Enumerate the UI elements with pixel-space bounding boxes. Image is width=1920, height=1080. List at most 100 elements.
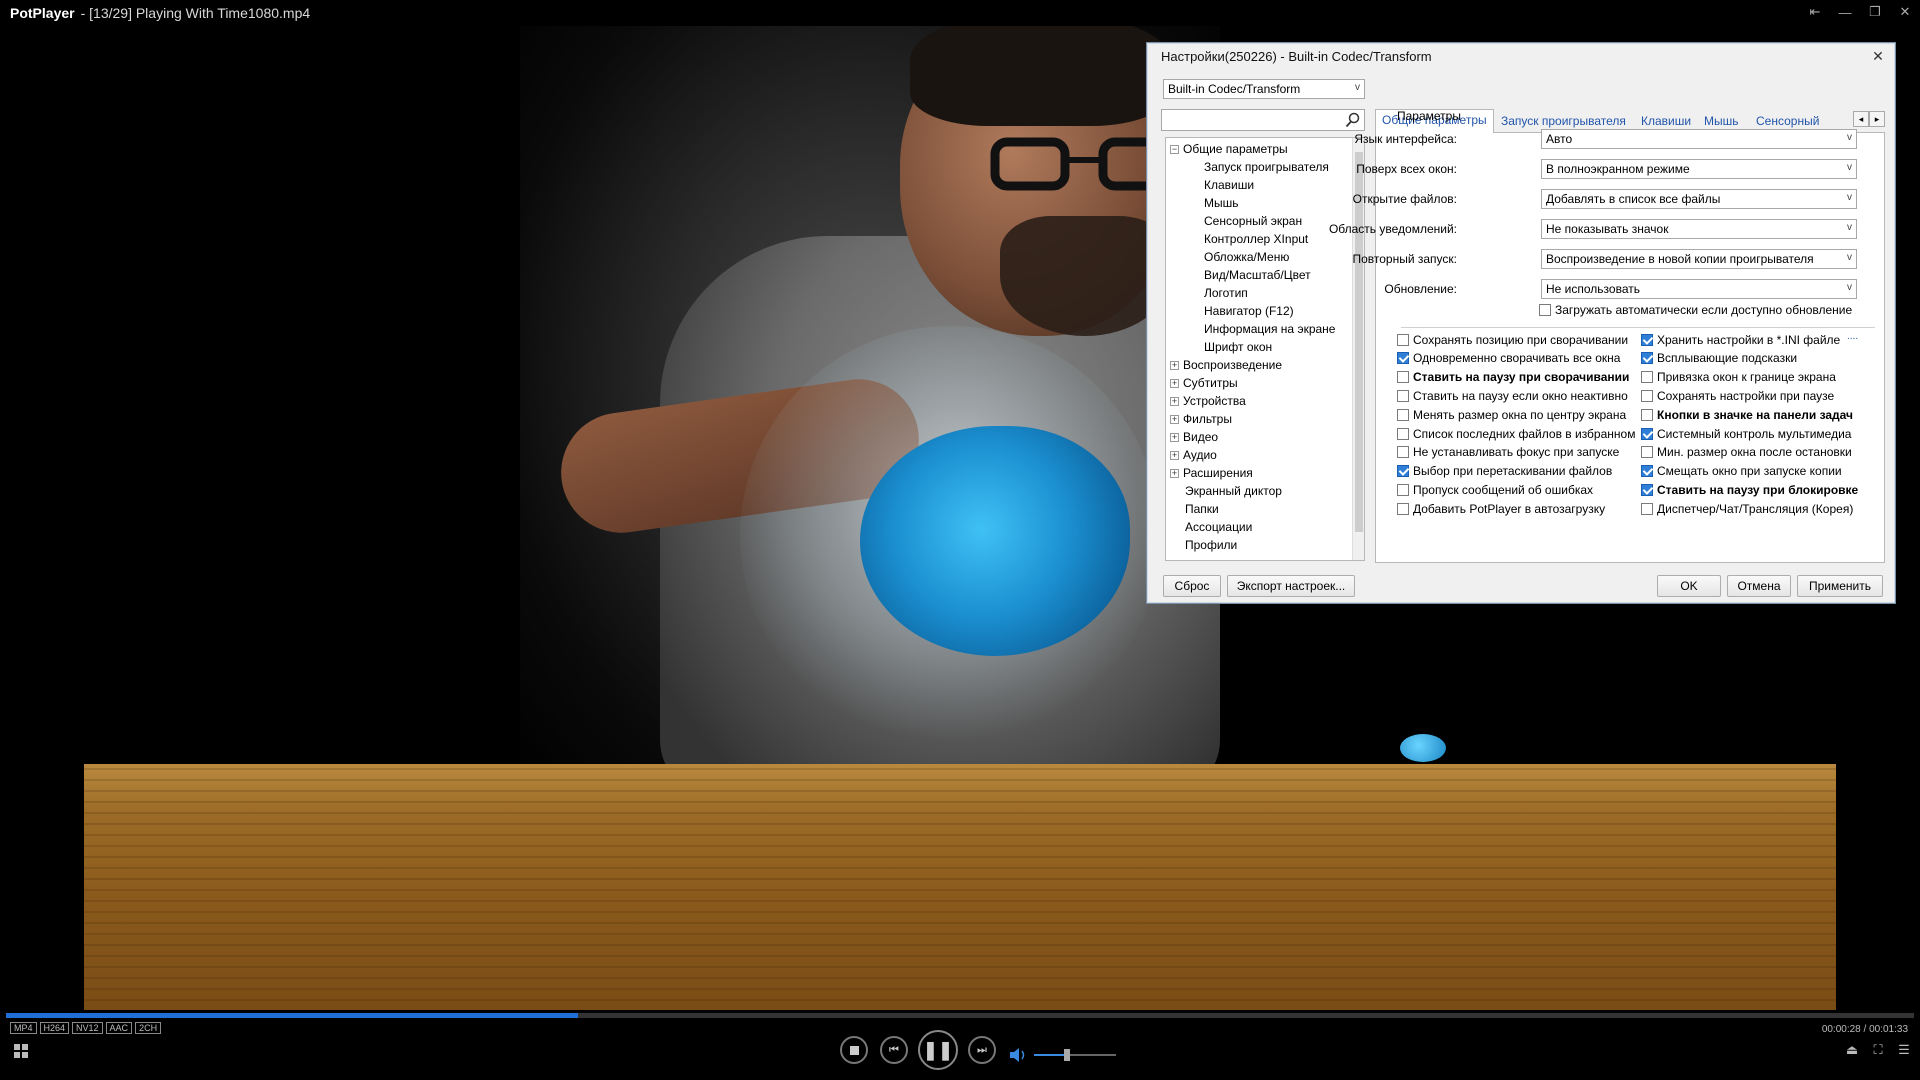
checkbox[interactable] bbox=[1397, 333, 1409, 346]
tree-item[interactable]: + Фильтры bbox=[1170, 410, 1232, 428]
checkbox[interactable] bbox=[1397, 408, 1409, 421]
setting-combo[interactable]: В полноэкранном режиме v bbox=[1541, 159, 1857, 179]
expand-icon[interactable]: + bbox=[1170, 415, 1179, 425]
tree-item[interactable]: Папки bbox=[1170, 500, 1219, 518]
dialog-close-icon[interactable]: ✕ bbox=[1869, 47, 1887, 65]
tree-item[interactable]: + Устройства bbox=[1170, 392, 1246, 410]
option-check[interactable]: Не устанавливать фокус при запуске bbox=[1397, 444, 1619, 461]
checkbox[interactable] bbox=[1539, 303, 1551, 316]
option-check[interactable]: Мин. размер окна после остановки bbox=[1641, 444, 1852, 461]
pin-icon[interactable]: ⇤ bbox=[1800, 0, 1830, 24]
option-check[interactable]: Выбор при перетаскивании файлов bbox=[1397, 463, 1612, 480]
profile-combo[interactable]: Built-in Codec/Transform v bbox=[1163, 79, 1365, 99]
option-check[interactable]: Пропуск сообщений об ошибках bbox=[1397, 481, 1593, 498]
expand-icon[interactable]: + bbox=[1170, 379, 1179, 389]
checkbox[interactable] bbox=[1397, 446, 1409, 459]
option-check[interactable]: Ставить на паузу при сворачивании bbox=[1397, 369, 1629, 386]
expand-icon[interactable]: + bbox=[1170, 469, 1179, 479]
expand-icon[interactable]: + bbox=[1170, 433, 1179, 443]
tree-item[interactable]: + Аудио bbox=[1170, 446, 1217, 464]
checkbox[interactable] bbox=[1397, 352, 1409, 365]
next-button[interactable]: ⏭ bbox=[968, 1036, 996, 1064]
checkbox[interactable] bbox=[1397, 465, 1409, 478]
cancel-button[interactable]: Отмена bbox=[1727, 575, 1791, 597]
checkbox[interactable] bbox=[1641, 502, 1653, 515]
checkbox[interactable] bbox=[1397, 483, 1409, 496]
fullscreen-icon[interactable]: ⛶ bbox=[1870, 1042, 1886, 1058]
playlist-icon[interactable]: ☰ bbox=[1896, 1042, 1912, 1058]
checkbox[interactable] bbox=[1641, 427, 1653, 440]
setting-combo[interactable]: Не показывать значок v bbox=[1541, 219, 1857, 239]
option-check[interactable]: Сохранять позицию при сворачивании bbox=[1397, 331, 1628, 348]
tree-item[interactable]: Обложка/Меню bbox=[1204, 248, 1289, 266]
stop-button[interactable] bbox=[840, 1036, 868, 1064]
ok-button[interactable]: OK bbox=[1657, 575, 1721, 597]
tree-item[interactable]: Информация на экране bbox=[1204, 320, 1335, 338]
checkbox[interactable] bbox=[1641, 446, 1653, 459]
tab-right-icon[interactable]: ▸ bbox=[1869, 111, 1885, 127]
option-check[interactable]: Кнопки в значке на панели задач bbox=[1641, 406, 1853, 423]
auto-update-check[interactable]: Загружать автоматически если доступно об… bbox=[1539, 301, 1852, 318]
tree-item[interactable]: + Субтитры bbox=[1170, 374, 1238, 392]
settings-search[interactable] bbox=[1161, 109, 1365, 131]
playlist-grid-icon[interactable] bbox=[14, 1044, 28, 1058]
tree-item[interactable]: + Расширения bbox=[1170, 464, 1253, 482]
previous-button[interactable]: ⏮ bbox=[880, 1036, 908, 1064]
reset-button[interactable]: Сброс bbox=[1163, 575, 1221, 597]
volume-slider[interactable] bbox=[1034, 1049, 1116, 1061]
restore-icon[interactable]: ❐ bbox=[1860, 0, 1890, 24]
volume-icon[interactable] bbox=[1010, 1048, 1028, 1062]
tree-item[interactable]: Контроллер XInput bbox=[1204, 230, 1308, 248]
option-check[interactable]: Диспетчер/Чат/Трансляция (Корея) bbox=[1641, 500, 1853, 517]
tree-item[interactable]: − Общие параметры bbox=[1170, 140, 1288, 158]
option-check[interactable]: Хранить настройки в *.INI файле bbox=[1641, 331, 1840, 348]
option-check[interactable]: Список последних файлов в избранном bbox=[1397, 425, 1635, 442]
pause-button[interactable]: ❚❚ bbox=[918, 1030, 958, 1070]
tree-item[interactable]: Ассоциации bbox=[1170, 518, 1252, 536]
expand-icon[interactable]: + bbox=[1170, 361, 1179, 371]
tree-item[interactable]: Профили bbox=[1170, 536, 1237, 554]
setting-combo[interactable]: Не использовать v bbox=[1541, 279, 1857, 299]
checkbox[interactable] bbox=[1641, 389, 1653, 402]
checkbox[interactable] bbox=[1397, 427, 1409, 440]
option-check[interactable]: Ставить на паузу если окно неактивно bbox=[1397, 387, 1628, 404]
tree-item[interactable]: Логотип bbox=[1204, 284, 1248, 302]
tree-item[interactable]: Мышь bbox=[1204, 194, 1239, 212]
tree-item[interactable]: Навигатор (F12) bbox=[1204, 302, 1294, 320]
expand-icon[interactable]: + bbox=[1170, 451, 1179, 461]
tree-item[interactable]: Запуск проигрывателя bbox=[1204, 158, 1329, 176]
option-check[interactable]: Системный контроль мультимедиа bbox=[1641, 425, 1851, 442]
tree-item[interactable]: Сенсорный экран bbox=[1204, 212, 1302, 230]
setting-combo[interactable]: Авто v bbox=[1541, 129, 1857, 149]
option-check[interactable]: Одновременно сворачивать все окна bbox=[1397, 350, 1620, 367]
tab-left-icon[interactable]: ◂ bbox=[1853, 111, 1869, 127]
tree-scroll-thumb[interactable] bbox=[1355, 152, 1363, 532]
checkbox[interactable] bbox=[1641, 465, 1653, 478]
checkbox[interactable] bbox=[1641, 408, 1653, 421]
option-check[interactable]: Ставить на паузу при блокировке bbox=[1641, 481, 1858, 498]
checkbox[interactable] bbox=[1397, 502, 1409, 515]
option-check[interactable]: Смещать окно при запуске копии bbox=[1641, 463, 1842, 480]
minimize-icon[interactable]: — bbox=[1830, 0, 1860, 24]
option-check[interactable]: Менять размер окна по центру экрана bbox=[1397, 406, 1626, 423]
collapse-icon[interactable]: − bbox=[1170, 145, 1179, 155]
checkbox[interactable] bbox=[1641, 483, 1653, 496]
tree-item[interactable]: + Воспроизведение bbox=[1170, 356, 1282, 374]
checkbox[interactable] bbox=[1397, 371, 1409, 384]
tree-item[interactable]: + Видео bbox=[1170, 428, 1218, 446]
tree-item[interactable]: Экранный диктор bbox=[1170, 482, 1282, 500]
ini-link[interactable]: .... bbox=[1847, 331, 1858, 342]
setting-combo[interactable]: Добавлять в список все файлы v bbox=[1541, 189, 1857, 209]
option-check[interactable]: Сохранять настройки при паузе bbox=[1641, 387, 1834, 404]
option-check[interactable]: Добавить PotPlayer в автозагрузку bbox=[1397, 500, 1605, 517]
eject-icon[interactable]: ⏏ bbox=[1844, 1042, 1860, 1058]
volume-knob[interactable] bbox=[1063, 1049, 1070, 1061]
apply-button[interactable]: Применить bbox=[1797, 575, 1883, 597]
setting-combo[interactable]: Воспроизведение в новой копии проигрыват… bbox=[1541, 249, 1857, 269]
tree-item[interactable]: Клавиши bbox=[1204, 176, 1254, 194]
checkbox[interactable] bbox=[1641, 333, 1653, 346]
tree-item[interactable]: Вид/Масштаб/Цвет bbox=[1204, 266, 1311, 284]
checkbox[interactable] bbox=[1641, 352, 1653, 365]
checkbox[interactable] bbox=[1397, 389, 1409, 402]
checkbox[interactable] bbox=[1641, 371, 1653, 384]
